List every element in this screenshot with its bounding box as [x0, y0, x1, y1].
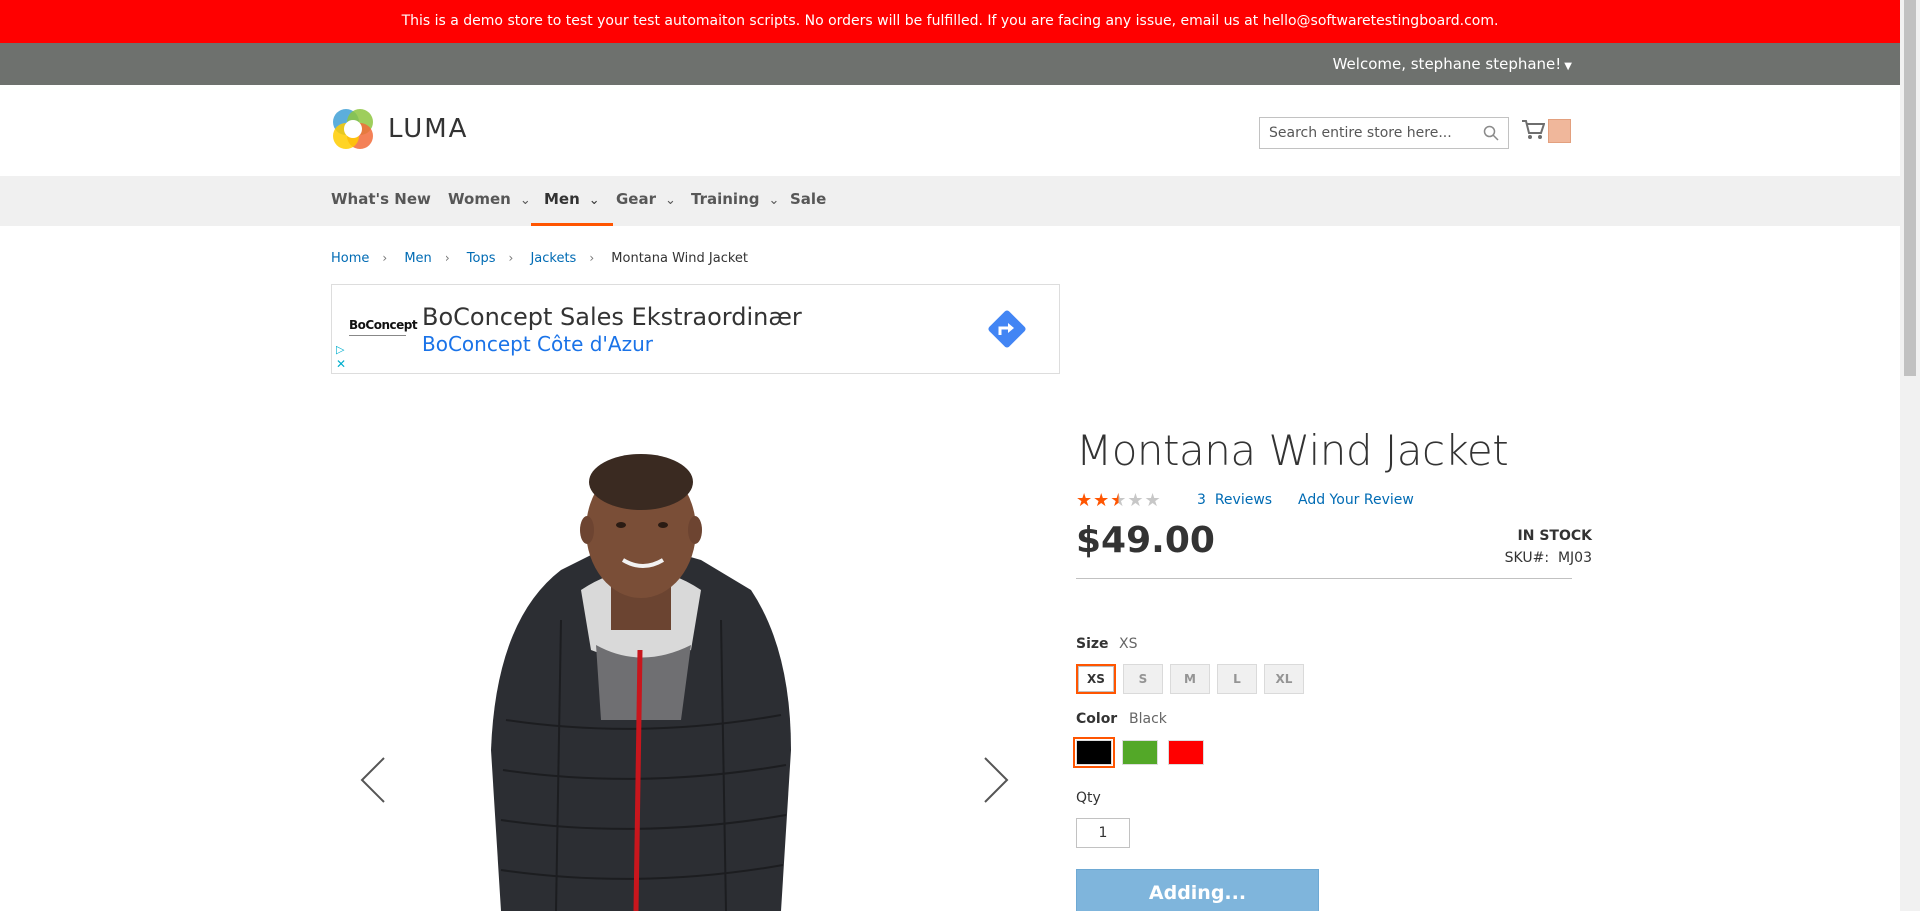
size-option-m[interactable]: M	[1170, 664, 1210, 694]
cart-counter-badge[interactable]	[1548, 119, 1571, 143]
chevron-down-icon: ▼	[1564, 61, 1572, 72]
breadcrumb-home[interactable]: Home	[331, 251, 369, 266]
ad-brand-logo: BoConcept	[349, 318, 418, 332]
breadcrumb-current: Montana Wind Jacket	[611, 251, 749, 266]
product-gallery	[331, 420, 1031, 911]
chevron-down-icon: ⌄	[588, 193, 600, 208]
product-sku: SKU#: MJ03	[1505, 550, 1592, 566]
chevron-right-icon: ›	[382, 251, 388, 265]
luma-logo-icon	[333, 109, 373, 149]
star-empty-icon: ★★	[1127, 490, 1162, 511]
qty-label: Qty	[1076, 790, 1101, 806]
logo-text: LUMA	[388, 114, 469, 144]
color-label: Color	[1076, 711, 1118, 727]
welcome-text: Welcome, stephane stephane!	[1332, 55, 1562, 73]
divider	[1076, 578, 1572, 579]
reviews-label: Reviews	[1214, 492, 1273, 508]
gallery-prev-arrow-icon[interactable]	[360, 756, 386, 804]
nav-item-women[interactable]: Women ⌄	[448, 176, 531, 226]
nav-label: Gear	[616, 190, 657, 208]
nav-label: What's New	[331, 190, 431, 208]
product-price: $49.00	[1076, 520, 1215, 561]
stock-status: IN STOCK	[1517, 528, 1592, 544]
color-swatch-red[interactable]	[1168, 740, 1204, 765]
demo-notice-bar: This is a demo store to test your test a…	[0, 0, 1900, 43]
size-option-l[interactable]: L	[1217, 664, 1257, 694]
breadcrumb-tops[interactable]: Tops	[467, 251, 496, 266]
color-swatch-green[interactable]	[1122, 740, 1158, 765]
size-option-xs[interactable]: XS	[1076, 664, 1116, 694]
top-panel: Welcome, stephane stephane! ▼	[0, 43, 1900, 85]
adchoices-icon[interactable]: ▷	[336, 343, 344, 356]
color-selected-value: Black	[1129, 711, 1167, 727]
directions-icon[interactable]	[983, 305, 1031, 353]
luma-logo[interactable]: LUMA	[331, 107, 468, 151]
chevron-right-icon: ›	[444, 251, 450, 265]
chevron-right-icon: ›	[508, 251, 514, 265]
breadcrumb-jackets[interactable]: Jackets	[530, 251, 576, 266]
sku-label: SKU#:	[1504, 550, 1550, 566]
cart-icon[interactable]	[1521, 119, 1545, 141]
size-option-s[interactable]: S	[1123, 664, 1163, 694]
sku-value: MJ03	[1557, 550, 1592, 566]
rating-stars: ★★★★★	[1076, 490, 1162, 511]
main-navigation: What's New Women ⌄ Men ⌄ Gear ⌄ Training ⌄ S…	[0, 176, 1900, 226]
nav-item-whats-new[interactable]: What's New	[331, 176, 431, 226]
nav-label: Men	[544, 190, 580, 208]
page-scrollbar[interactable]	[1900, 0, 1920, 911]
size-option-xl[interactable]: XL	[1264, 664, 1304, 694]
nav-item-gear[interactable]: Gear ⌄	[616, 176, 676, 226]
chevron-down-icon: ⌄	[768, 193, 780, 208]
search-box	[1259, 117, 1509, 149]
ad-close-icon[interactable]: ✕	[336, 357, 346, 371]
ad-title[interactable]: BoConcept Sales Ekstraordinær	[422, 303, 802, 331]
search-icon[interactable]	[1483, 125, 1499, 141]
search-input[interactable]	[1260, 118, 1470, 148]
ad-brand-underline	[349, 335, 406, 336]
product-image[interactable]	[331, 420, 1031, 911]
chevron-right-icon: ›	[589, 251, 595, 265]
add-review-link[interactable]: Add Your Review	[1298, 492, 1414, 508]
nav-item-sale[interactable]: Sale	[790, 176, 826, 226]
breadcrumb: Home › Men › Tops › Jackets › Montana Wind J…	[331, 251, 748, 266]
product-title: Montana Wind Jacket	[1076, 426, 1509, 475]
color-swatch-black[interactable]	[1073, 737, 1115, 768]
nav-item-training[interactable]: Training ⌄	[691, 176, 779, 226]
size-label: Size	[1076, 636, 1109, 652]
customer-welcome-menu[interactable]: Welcome, stephane stephane! ▼	[1333, 55, 1572, 73]
nav-label: Training	[691, 190, 760, 208]
nav-item-men[interactable]: Men ⌄	[531, 176, 613, 226]
demo-notice-text: This is a demo store to test your test a…	[401, 13, 1499, 29]
chevron-down-icon: ⌄	[519, 193, 531, 208]
size-selected-value: XS	[1119, 636, 1138, 652]
site-header: LUMA	[0, 85, 1900, 176]
ad-banner[interactable]: BoConcept BoConcept Sales Ekstraordinær …	[331, 284, 1060, 374]
qty-input[interactable]: 1	[1076, 818, 1130, 848]
nav-label: Sale	[790, 190, 827, 208]
add-to-cart-button[interactable]: Adding...	[1076, 869, 1319, 911]
scrollbar-thumb[interactable]	[1904, 0, 1916, 376]
reviews-link[interactable]: 3 Reviews	[1197, 492, 1272, 508]
chevron-down-icon: ⌄	[665, 193, 676, 208]
gallery-next-arrow-icon[interactable]	[983, 756, 1009, 804]
breadcrumb-men[interactable]: Men	[404, 251, 431, 266]
ad-subtitle[interactable]: BoConcept Côte d'Azur	[422, 332, 653, 356]
star-full-icon: ★★	[1076, 490, 1111, 511]
star-half-icon: ★	[1110, 490, 1128, 511]
nav-label: Women	[448, 190, 511, 208]
reviews-count: 3	[1197, 492, 1206, 508]
